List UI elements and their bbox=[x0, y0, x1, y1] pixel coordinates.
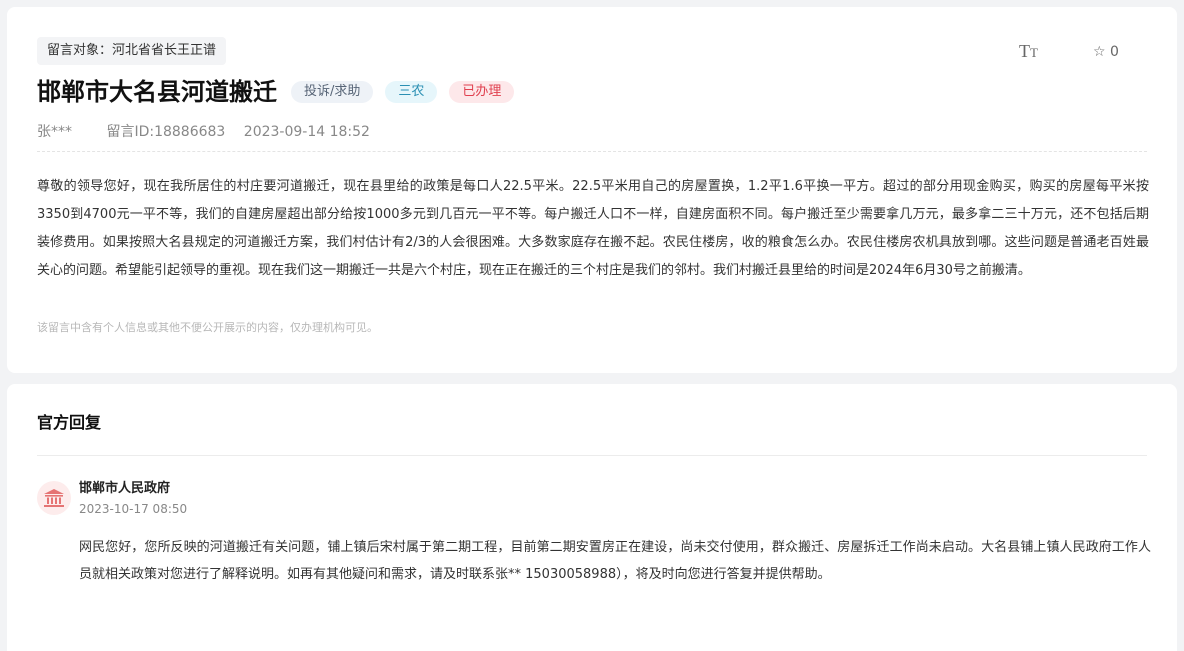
message-content: 尊敬的领导您好，现在我所居住的村庄要河道搬迁，现在县里给的政策是每口人22.5平… bbox=[37, 179, 1149, 278]
author-name: 张*** bbox=[37, 124, 72, 140]
message-datetime: 2023-09-14 18:52 bbox=[243, 124, 370, 140]
avatar bbox=[37, 481, 71, 515]
font-size-button[interactable]: TT bbox=[1019, 41, 1038, 63]
reply-datetime: 2023-10-17 08:50 bbox=[79, 502, 188, 516]
privacy-notice: 该留言中含有个人信息或其他不便公开展示的内容，仅办理机构可见。 bbox=[37, 321, 378, 334]
government-building-icon bbox=[44, 489, 64, 507]
message-meta: 张*** 留言ID:18886683 2023-09-14 18:52 bbox=[37, 123, 384, 141]
org-name: 邯郸市人民政府 bbox=[79, 481, 171, 496]
status-badge: 已办理 bbox=[449, 81, 515, 103]
reply-content: 网民您好，您所反映的河道搬迁有关问题，铺上镇后宋村属于第二期工程，目前第二期安置… bbox=[79, 540, 1151, 582]
official-reply-card: 官方回复 邯郸市人民政府 2023-10-17 08:50 网民您好，您所反映的… bbox=[7, 384, 1177, 651]
message-title: 邯郸市大名县河道搬迁 bbox=[37, 78, 277, 106]
favorite-count: 0 bbox=[1110, 44, 1119, 60]
message-id: 留言ID:18886683 bbox=[106, 124, 226, 140]
favorite-button[interactable]: ☆ 0 bbox=[1093, 43, 1119, 61]
star-icon: ☆ bbox=[1093, 44, 1106, 60]
tag-type: 投诉/求助 bbox=[291, 81, 374, 103]
message-card: 留言对象：河北省省长王正谱 TT ☆ 0 邯郸市大名县河道搬迁 投诉/求助 三农… bbox=[7, 7, 1177, 373]
font-size-icon: TT bbox=[1019, 41, 1038, 61]
title-row: 邯郸市大名县河道搬迁 投诉/求助 三农 已办理 bbox=[37, 75, 526, 109]
reply-section-title: 官方回复 bbox=[37, 413, 102, 432]
divider bbox=[37, 455, 1147, 456]
divider bbox=[37, 151, 1147, 152]
tag-category: 三农 bbox=[385, 81, 438, 103]
message-target: 留言对象：河北省省长王正谱 bbox=[37, 37, 227, 65]
